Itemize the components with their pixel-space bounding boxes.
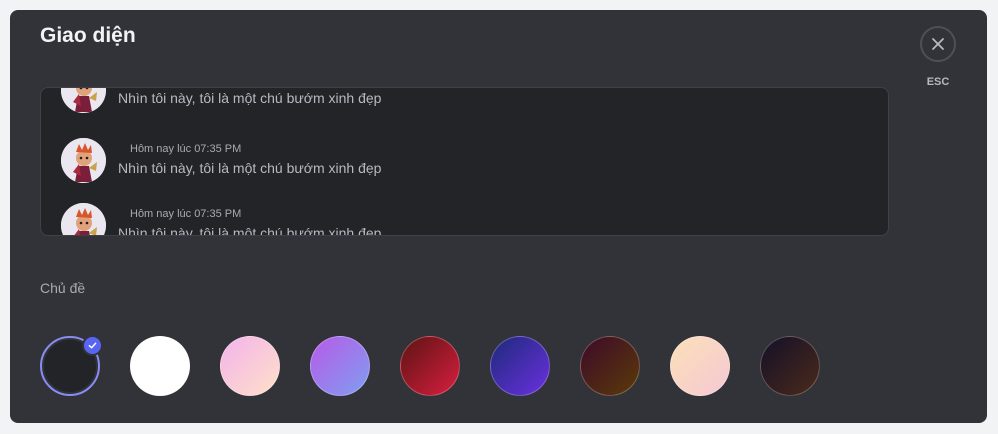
preview-message: Nhìn tôi này, tôi là một chú bướm xinh đ… <box>41 88 888 128</box>
preview-message: Hôm nay lúc 07:35 PM Nhìn tôi này, tôi l… <box>41 138 888 198</box>
avatar <box>61 203 106 235</box>
modal-title: Giao diện <box>40 24 136 47</box>
appearance-modal: Giao diện ESC Nhìn tôi này, tôi là một c… <box>10 10 987 423</box>
theme-swatch-violet-pink[interactable] <box>310 336 370 396</box>
message-timestamp: Hôm nay lúc 07:35 PM <box>130 143 242 155</box>
message-preview: Nhìn tôi này, tôi là một chú bướm xinh đ… <box>40 87 889 236</box>
theme-swatch-maroon-amber[interactable] <box>580 336 640 396</box>
avatar <box>61 88 106 113</box>
theme-swatch-pink[interactable] <box>220 336 280 396</box>
theme-section-label: Chủ đề <box>40 280 86 296</box>
esc-label: ESC <box>926 76 950 88</box>
avatar <box>61 138 106 183</box>
message-text: Nhìn tôi này, tôi là một chú bướm xinh đ… <box>118 90 382 106</box>
message-timestamp: Hôm nay lúc 07:35 PM <box>130 208 242 220</box>
theme-swatch-light[interactable] <box>130 336 190 396</box>
theme-swatch-midnight[interactable] <box>760 336 820 396</box>
message-text: Nhìn tôi này, tôi là một chú bướm xinh đ… <box>118 225 382 236</box>
preview-message: Hôm nay lúc 07:35 PM Nhìn tôi này, tôi l… <box>41 203 888 236</box>
theme-swatch-peach[interactable] <box>670 336 730 396</box>
check-icon <box>82 335 103 356</box>
close-button[interactable] <box>920 26 956 62</box>
theme-swatch-crimson[interactable] <box>400 336 460 396</box>
message-text: Nhìn tôi này, tôi là một chú bướm xinh đ… <box>118 160 382 176</box>
theme-swatch-blue-indigo[interactable] <box>490 336 550 396</box>
close-icon <box>932 38 944 50</box>
